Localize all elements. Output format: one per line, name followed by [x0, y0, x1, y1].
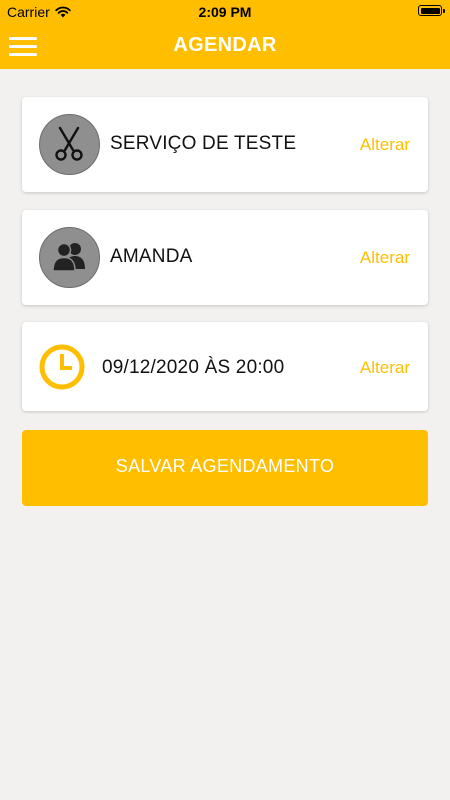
save-appointment-button[interactable]: SALVAR AGENDAMENTO: [22, 430, 428, 506]
change-professional-link[interactable]: Alterar: [360, 248, 410, 268]
users-icon: [52, 242, 85, 272]
change-service-link[interactable]: Alterar: [360, 135, 410, 155]
page-title: AGENDAR: [173, 34, 277, 56]
clock-icon: [39, 344, 85, 390]
appointment-datetime: 09/12/2020 ÀS 20:00: [102, 357, 285, 378]
status-time: 2:09 PM: [198, 4, 252, 20]
service-card: SERVIÇO DE TESTE Alterar: [22, 97, 428, 192]
professional-card: AMANDA Alterar: [22, 210, 428, 305]
datetime-card: 09/12/2020 ÀS 20:00 Alterar: [22, 322, 428, 411]
scissors-icon: [55, 126, 83, 161]
status-bar: Carrier 2:09 PM: [0, 0, 450, 24]
professional-name: AMANDA: [110, 246, 193, 267]
battery-icon: [418, 5, 445, 16]
professional-avatar: [39, 227, 100, 288]
scheduling-screen: Carrier 2:09 PM AGENDAR SERVIÇO DE TESTE…: [0, 0, 450, 800]
app-header: Carrier 2:09 PM AGENDAR: [0, 0, 450, 69]
service-avatar: [39, 114, 100, 175]
change-datetime-link[interactable]: Alterar: [360, 358, 410, 378]
service-name: SERVIÇO DE TESTE: [110, 133, 297, 154]
